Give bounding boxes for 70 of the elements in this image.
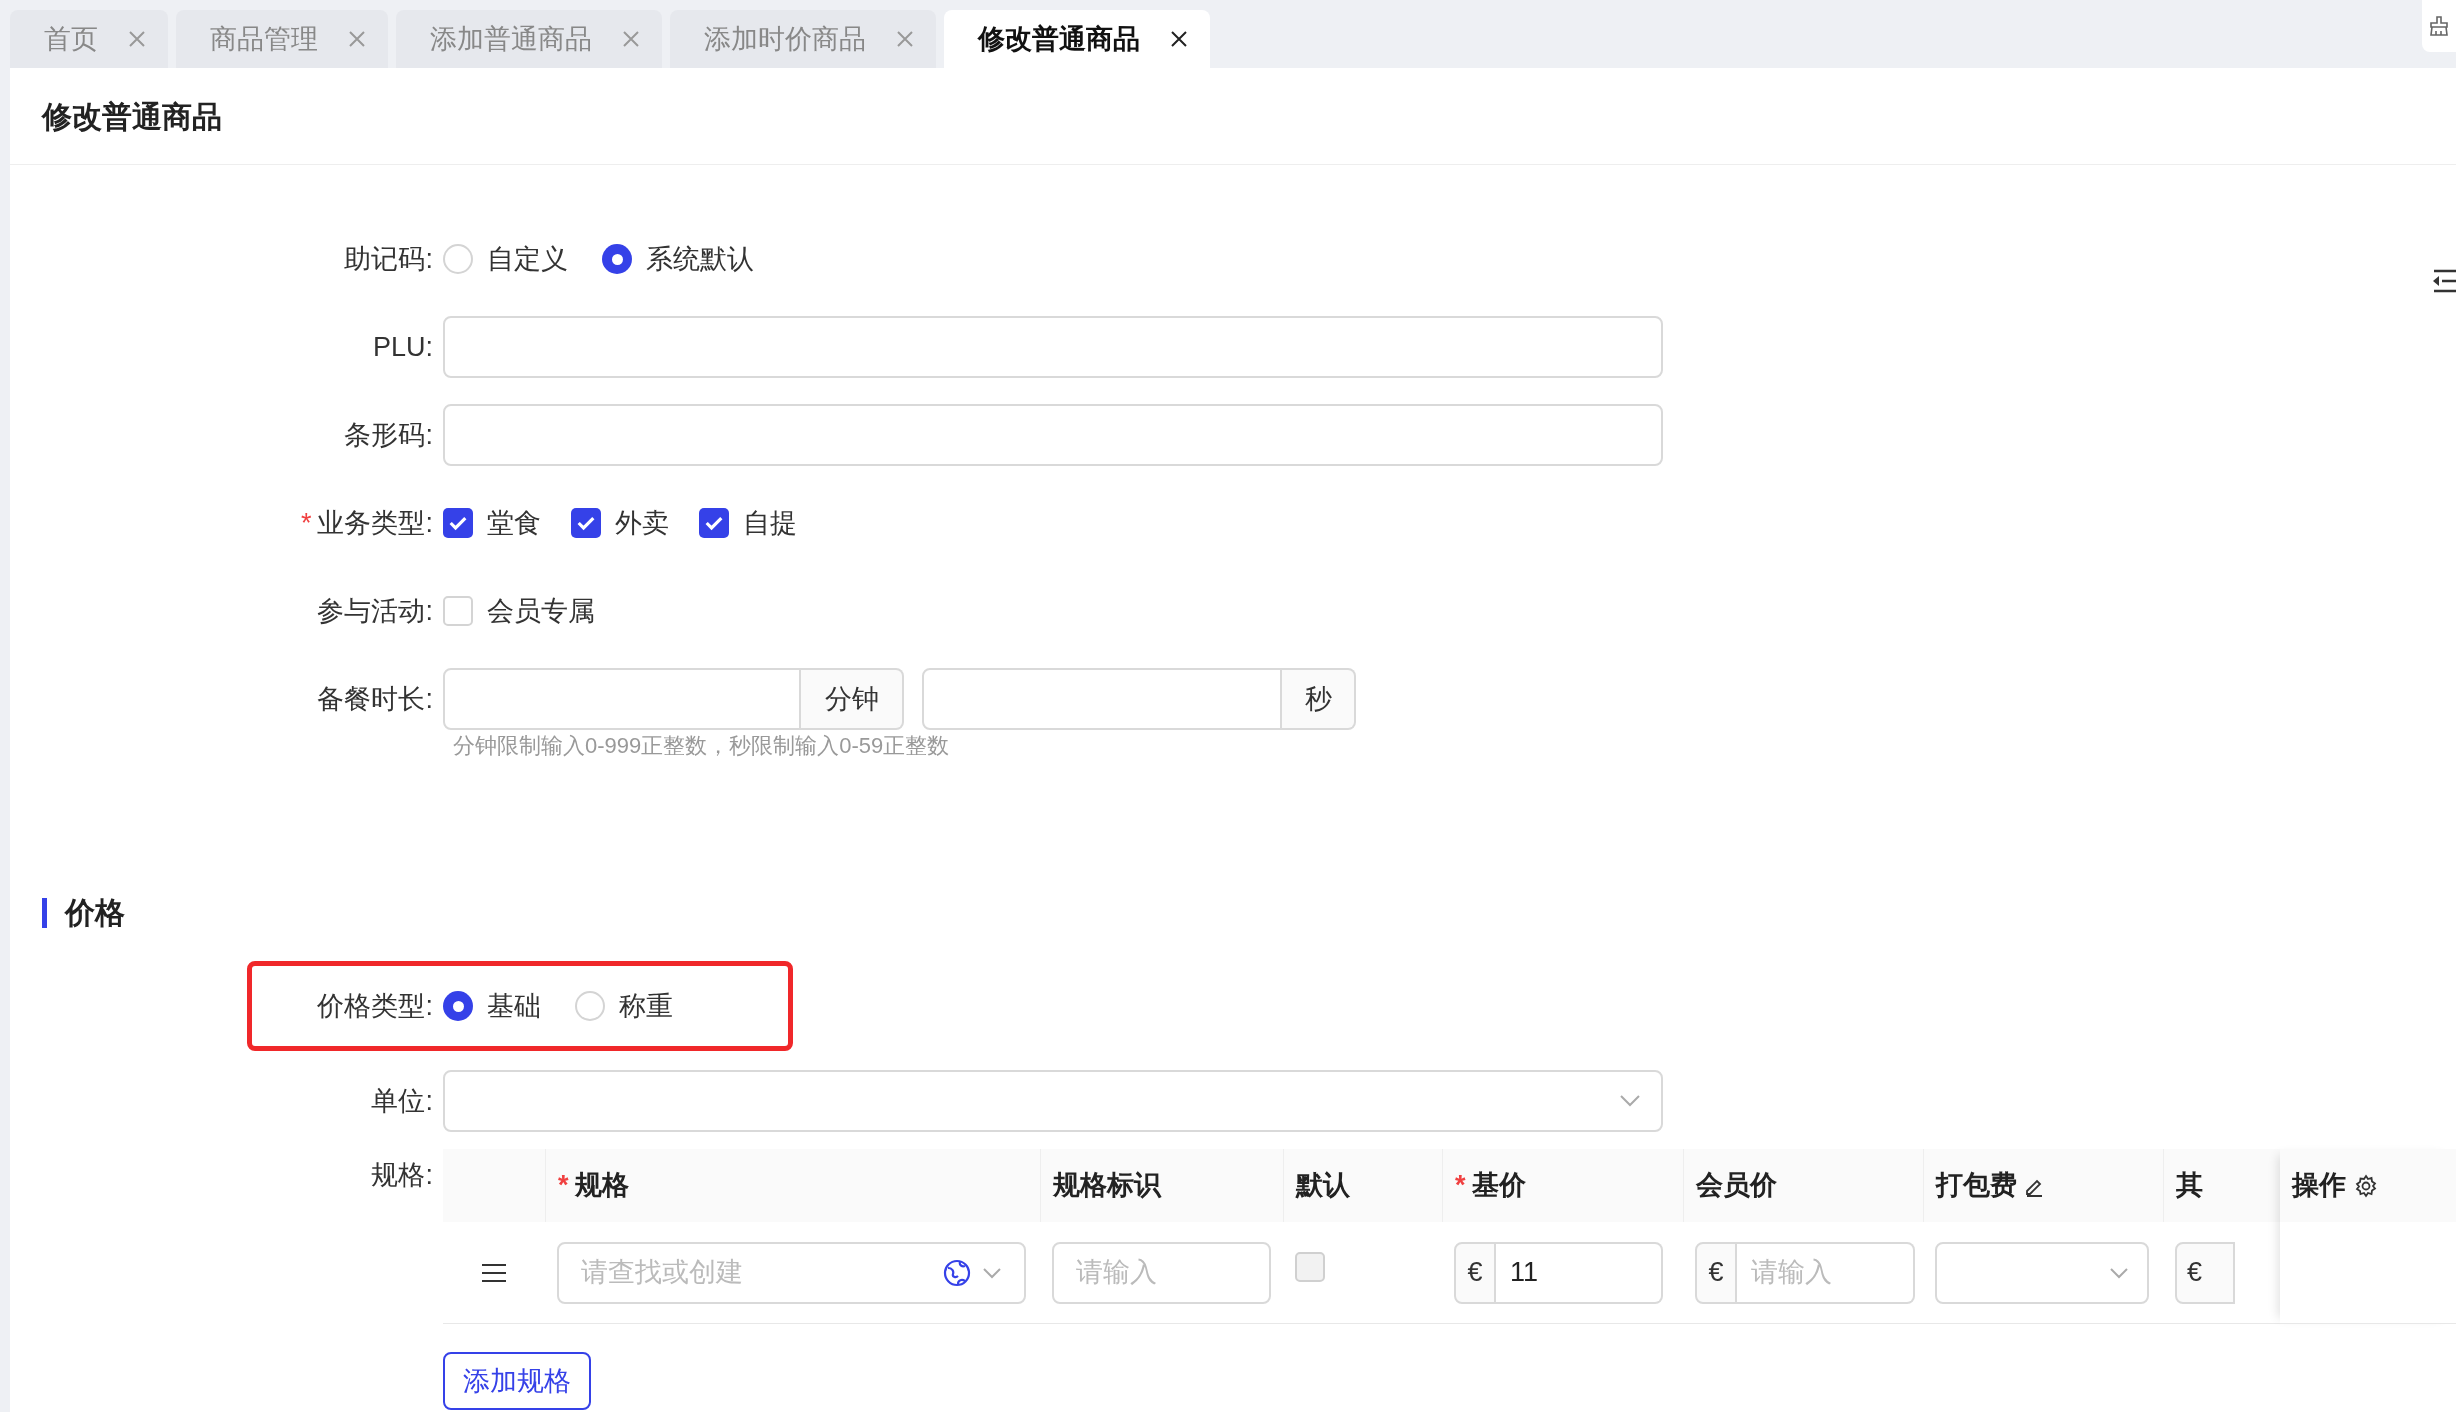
currency-addon: € xyxy=(1454,1241,1496,1304)
column-header: 其 xyxy=(2176,1169,2203,1203)
checkbox-label: 会员专属 xyxy=(487,594,595,628)
required-mark: * xyxy=(300,506,312,540)
required-mark: * xyxy=(1455,1169,1466,1203)
tab[interactable]: 添加时价商品 xyxy=(670,10,936,68)
field-label: PLU: xyxy=(372,330,433,364)
checkbox-label: 自提 xyxy=(743,506,797,540)
tab[interactable]: 添加普通商品 xyxy=(396,10,662,68)
column-header: 规格 xyxy=(574,1169,629,1203)
input-field[interactable]: 请输入 xyxy=(1052,1241,1271,1304)
close-icon[interactable] xyxy=(1170,30,1188,48)
field-label: 单位: xyxy=(371,1084,433,1118)
field-label: 条形码: xyxy=(344,418,433,452)
unit-select[interactable] xyxy=(443,1070,1663,1132)
checkbox[interactable] xyxy=(443,596,473,626)
chevron-down-icon xyxy=(2109,1266,2129,1279)
field-label: 规格: xyxy=(371,1159,433,1192)
field-label: 助记码: xyxy=(344,242,433,276)
field-label: 价格类型: xyxy=(317,989,433,1023)
section-title: 价格 xyxy=(65,895,125,931)
brush-icon xyxy=(2427,14,2451,38)
required-mark: * xyxy=(558,1169,569,1203)
unit-addon: 秒 xyxy=(1282,668,1356,730)
radio[interactable] xyxy=(575,991,605,1021)
spec-search-field[interactable]: 请查找或创建 xyxy=(557,1241,1026,1304)
currency-addon: € xyxy=(1695,1241,1737,1304)
radio-label: 自定义 xyxy=(487,242,568,276)
brush-button[interactable] xyxy=(2422,0,2456,52)
field-label: 参与活动: xyxy=(317,594,433,628)
section-marker xyxy=(42,897,47,928)
checkbox-label: 外卖 xyxy=(615,506,669,540)
unit-addon: 分钟 xyxy=(801,668,904,730)
currency-addon: € xyxy=(2175,1241,2235,1304)
add-spec-button[interactable]: 添加规格 xyxy=(443,1352,591,1410)
tab[interactable]: 首页 xyxy=(10,10,168,68)
column-header: 规格标识 xyxy=(1053,1169,1161,1203)
checkbox[interactable] xyxy=(699,508,729,538)
checkbox[interactable] xyxy=(443,508,473,538)
settings-icon[interactable] xyxy=(2354,1173,2378,1198)
column-header: 默认 xyxy=(1296,1169,1350,1203)
tab[interactable]: 修改普通商品 xyxy=(944,10,1210,68)
radio-label: 称重 xyxy=(619,989,673,1023)
globe-icon[interactable] xyxy=(942,1257,972,1288)
input-field[interactable]: 请输入 xyxy=(1737,1241,1915,1304)
checkbox-label: 堂食 xyxy=(487,506,541,540)
field-label: 业务类型: xyxy=(317,506,433,540)
radio[interactable] xyxy=(443,244,473,274)
hint-text: 分钟限制输入0-999正整数，秒限制输入0-59正整数 xyxy=(453,733,950,758)
page-title: 修改普通商品 xyxy=(42,98,222,135)
column-header: 会员价 xyxy=(1696,1169,1777,1203)
chevron-down-icon xyxy=(982,1266,1002,1279)
drag-handle-icon[interactable] xyxy=(481,1262,507,1283)
tab[interactable]: 商品管理 xyxy=(176,10,388,68)
input-field[interactable]: 11 xyxy=(1496,1241,1663,1304)
checkbox[interactable] xyxy=(571,508,601,538)
input-field[interactable] xyxy=(443,668,801,730)
column-header: 打包费 xyxy=(1936,1169,2017,1203)
column-header: 基价 xyxy=(1471,1169,1526,1203)
input-field[interactable] xyxy=(922,668,1282,730)
input-field[interactable] xyxy=(443,316,1663,378)
field-label: 备餐时长: xyxy=(317,682,433,716)
chevron-down-icon xyxy=(1619,1094,1641,1108)
input-field[interactable] xyxy=(443,404,1663,466)
radio-label: 基础 xyxy=(487,989,541,1023)
radio-label: 系统默认 xyxy=(646,242,754,276)
packing-fee-select[interactable] xyxy=(1935,1241,2149,1304)
column-header: 操作 xyxy=(2292,1169,2346,1203)
radio-selected[interactable] xyxy=(443,991,473,1021)
radio-selected[interactable] xyxy=(602,244,632,274)
